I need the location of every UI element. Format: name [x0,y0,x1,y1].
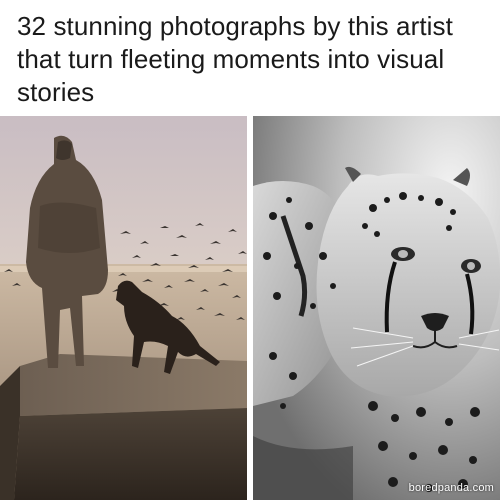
photo-man-dog-birds[interactable] [0,116,247,500]
photo-cheetahs[interactable]: boredpanda.com [253,116,500,500]
cheetahs-image [253,116,500,500]
post-page: 32 stunning photographs by this artist t… [0,0,500,500]
post-headline: 32 stunning photographs by this artist t… [17,11,453,107]
watermark: boredpanda.com [408,482,494,494]
man-dog-birds-image [0,116,247,500]
